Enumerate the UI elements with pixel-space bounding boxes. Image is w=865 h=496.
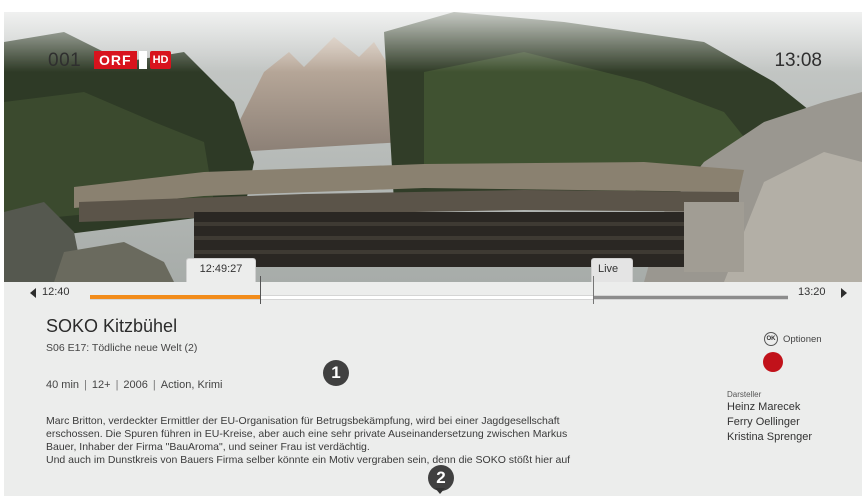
channel-number: 001 <box>48 50 82 71</box>
separator: | <box>115 379 119 391</box>
program-title: SOKO Kitzbühel <box>46 316 178 336</box>
genre: Action, Krimi <box>160 379 223 391</box>
live-marker <box>593 276 595 304</box>
video-player: 001 ORF HD 13:08 <box>4 12 862 282</box>
timeline-end-time: 13:20 <box>798 286 826 298</box>
program-description: Marc Britton, verdeckter Ermittler der E… <box>46 415 571 466</box>
program-meta: 40 min | 12+ | 2006 | Action, Krimi <box>46 379 223 391</box>
separator: | <box>84 379 87 391</box>
record-button[interactable] <box>763 352 783 372</box>
options-label: Optionen <box>783 333 822 345</box>
age-rating: 12+ <box>91 379 111 391</box>
duration: 40 min <box>46 379 80 391</box>
cast-member: Ferry Oellinger <box>727 416 800 428</box>
cast-label: Darsteller <box>727 390 762 399</box>
cast-member: Kristina Sprenger <box>727 431 812 443</box>
scroll-down-arrow-icon[interactable] <box>435 488 445 494</box>
progress-track[interactable] <box>90 276 788 304</box>
tv-screen: 001 ORF HD 13:08 12:49:27 Live 12:40 13:… <box>4 12 862 496</box>
ok-key-icon: OK <box>764 332 778 346</box>
callout-marker-1: 1 <box>323 360 349 386</box>
separator: | <box>152 379 156 391</box>
year: 2006 <box>123 379 148 391</box>
future-progress <box>593 296 788 299</box>
timeline-start-time: 12:40 <box>42 286 70 298</box>
next-arrow-icon[interactable] <box>841 288 847 298</box>
options-button[interactable]: OK Optionen <box>764 332 822 346</box>
episode-subtitle: S06 E17: Tödliche neue Welt (2) <box>46 342 198 354</box>
playhead-marker[interactable] <box>260 276 262 304</box>
timeline-bar[interactable]: 12:40 13:20 <box>4 276 862 308</box>
program-info-panel: SOKO Kitzbühel S06 E17: Tödliche neue We… <box>4 308 862 496</box>
orf-logo-text: ORF <box>94 51 137 69</box>
cast-member: Heinz Marecek <box>727 401 801 413</box>
clock: 13:08 <box>774 50 822 71</box>
cast-list: Heinz Marecek Ferry Oellinger Kristina S… <box>727 400 812 445</box>
hd-badge: HD <box>149 51 172 69</box>
watched-progress <box>90 295 261 299</box>
previous-arrow-icon[interactable] <box>30 288 36 298</box>
channel-logo: ORF HD <box>94 51 172 69</box>
orf-logo-bar <box>138 51 147 69</box>
